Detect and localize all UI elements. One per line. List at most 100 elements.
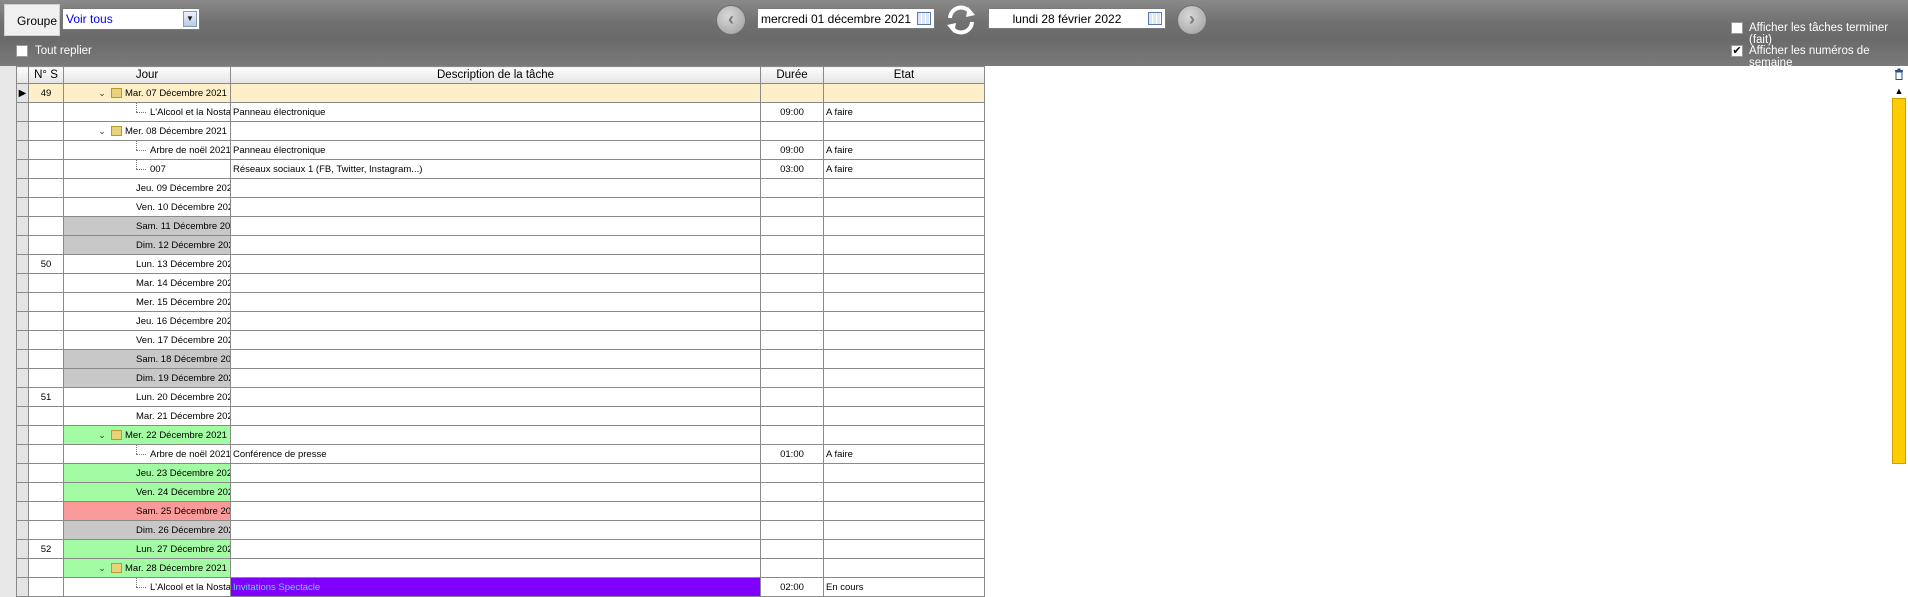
state-cell[interactable]: [823, 216, 985, 236]
day-cell[interactable]: Dim. 19 Décembre 2021: [63, 368, 231, 388]
task-description-cell[interactable]: [230, 292, 761, 312]
state-cell[interactable]: A faire: [823, 159, 985, 179]
day-cell[interactable]: ⌄ Mar. 28 Décembre 2021: [63, 558, 231, 578]
duration-cell[interactable]: [760, 349, 824, 369]
state-cell[interactable]: A faire: [823, 102, 985, 122]
day-cell[interactable]: ⌄ Mer. 08 Décembre 2021: [63, 121, 231, 141]
expand-toggle-icon[interactable]: ⌄: [96, 430, 108, 441]
task-row[interactable]: Arbre de noël 2021 Conférence de presse 01…: [16, 444, 985, 464]
day-row[interactable]: Jeu. 23 Décembre 2021: [16, 463, 985, 483]
state-cell[interactable]: [823, 178, 985, 198]
start-date-field[interactable]: mercredi 01 décembre 2021: [757, 8, 935, 29]
duration-cell[interactable]: [760, 482, 824, 502]
task-description-cell[interactable]: Réseaux sociaux 1 (FB, Twitter, Instagra…: [230, 159, 761, 179]
duration-cell[interactable]: [760, 216, 824, 236]
duration-cell[interactable]: 03:00: [760, 159, 824, 179]
task-description-cell[interactable]: [230, 425, 761, 445]
day-row[interactable]: Dim. 19 Décembre 2021: [16, 368, 985, 388]
header-description[interactable]: Description de la tâche: [230, 66, 761, 84]
task-description-cell[interactable]: [230, 197, 761, 217]
chevron-down-icon[interactable]: ▼: [183, 11, 197, 27]
row-indicator[interactable]: [16, 368, 29, 388]
expand-toggle-icon[interactable]: ⌄: [96, 88, 108, 99]
task-description-cell[interactable]: [230, 254, 761, 274]
scroll-up-arrow-icon[interactable]: ▲: [1891, 85, 1907, 97]
state-cell[interactable]: [823, 520, 985, 540]
state-cell[interactable]: [823, 501, 985, 521]
row-indicator[interactable]: [16, 273, 29, 293]
duration-cell[interactable]: [760, 311, 824, 331]
state-cell[interactable]: [823, 368, 985, 388]
task-description-cell[interactable]: [230, 406, 761, 426]
duration-cell[interactable]: 02:00: [760, 577, 824, 597]
duration-cell[interactable]: [760, 463, 824, 483]
task-description-cell[interactable]: [230, 482, 761, 502]
row-indicator[interactable]: [16, 102, 29, 122]
duration-cell[interactable]: [760, 197, 824, 217]
task-row[interactable]: L'Alcool et la NostalgiePanneau électron…: [16, 102, 985, 122]
row-indicator[interactable]: [16, 482, 29, 502]
duration-cell[interactable]: [760, 558, 824, 578]
refresh-icon[interactable]: [944, 3, 978, 37]
state-cell[interactable]: [823, 558, 985, 578]
state-cell[interactable]: [823, 406, 985, 426]
state-cell[interactable]: [823, 482, 985, 502]
day-cell[interactable]: Dim. 12 Décembre 2021: [63, 235, 231, 255]
day-row[interactable]: Ven. 24 Décembre 2021: [16, 482, 985, 502]
duration-cell[interactable]: [760, 121, 824, 141]
duration-cell[interactable]: [760, 235, 824, 255]
row-indicator[interactable]: [16, 330, 29, 350]
task-row[interactable]: 007 Réseaux sociaux 1 (FB, Twitter, Insta…: [16, 159, 985, 179]
task-row[interactable]: L'Alcool et la NostalgieInvitations Spec…: [16, 577, 985, 597]
show-done-checkbox[interactable]: [1731, 22, 1743, 34]
day-row[interactable]: 51 Lun. 20 Décembre 2021: [16, 387, 985, 407]
task-description-cell[interactable]: [230, 387, 761, 407]
state-cell[interactable]: [823, 330, 985, 350]
header-state[interactable]: Etat: [823, 66, 985, 84]
row-indicator[interactable]: [16, 254, 29, 274]
expand-toggle-icon[interactable]: ⌄: [96, 126, 108, 137]
row-indicator[interactable]: [16, 197, 29, 217]
calendar-icon[interactable]: [1148, 12, 1162, 25]
duration-cell[interactable]: [760, 368, 824, 388]
day-row[interactable]: Sam. 25 Décembre 2021: [16, 501, 985, 521]
state-cell[interactable]: [823, 463, 985, 483]
task-project-cell[interactable]: L'Alcool et la Nostalgie: [63, 577, 231, 597]
duration-cell[interactable]: 01:00: [760, 444, 824, 464]
state-cell[interactable]: [823, 235, 985, 255]
task-description-cell[interactable]: [230, 520, 761, 540]
task-project-cell[interactable]: Arbre de noël 2021: [63, 140, 231, 160]
group-select[interactable]: Voir tous ▼: [62, 8, 200, 30]
day-row[interactable]: 50 Lun. 13 Décembre 2021: [16, 254, 985, 274]
row-indicator[interactable]: [16, 387, 29, 407]
day-row[interactable]: Jeu. 09 Décembre 2021: [16, 178, 985, 198]
day-row[interactable]: ⌄ Mer. 22 Décembre 2021: [16, 425, 985, 445]
day-cell[interactable]: Mar. 14 Décembre 2021: [63, 273, 231, 293]
state-cell[interactable]: [823, 539, 985, 559]
header-duration[interactable]: Durée: [760, 66, 824, 84]
task-description-cell[interactable]: [230, 501, 761, 521]
row-indicator[interactable]: [16, 425, 29, 445]
header-day[interactable]: Jour: [63, 66, 231, 84]
day-cell[interactable]: Sam. 25 Décembre 2021: [63, 501, 231, 521]
duration-cell[interactable]: 09:00: [760, 140, 824, 160]
day-row[interactable]: Ven. 17 Décembre 2021: [16, 330, 985, 350]
duration-cell[interactable]: [760, 539, 824, 559]
row-indicator[interactable]: [16, 216, 29, 236]
day-row[interactable]: Mer. 15 Décembre 2021: [16, 292, 985, 312]
day-cell[interactable]: Sam. 18 Décembre 2021: [63, 349, 231, 369]
state-cell[interactable]: A faire: [823, 444, 985, 464]
duration-cell[interactable]: [760, 254, 824, 274]
day-cell[interactable]: Dim. 26 Décembre 2021: [63, 520, 231, 540]
task-description-cell[interactable]: Conférence de presse: [230, 444, 761, 464]
state-cell[interactable]: [823, 121, 985, 141]
row-indicator[interactable]: [16, 292, 29, 312]
next-period-button[interactable]: ›: [1177, 5, 1207, 35]
row-indicator[interactable]: [16, 349, 29, 369]
task-description-cell[interactable]: [230, 349, 761, 369]
state-cell[interactable]: [823, 254, 985, 274]
task-description-cell[interactable]: [230, 311, 761, 331]
day-cell[interactable]: Sam. 11 Décembre 2021: [63, 216, 231, 236]
row-indicator[interactable]: [16, 444, 29, 464]
show-weeknum-checkbox[interactable]: ✔: [1731, 45, 1743, 57]
